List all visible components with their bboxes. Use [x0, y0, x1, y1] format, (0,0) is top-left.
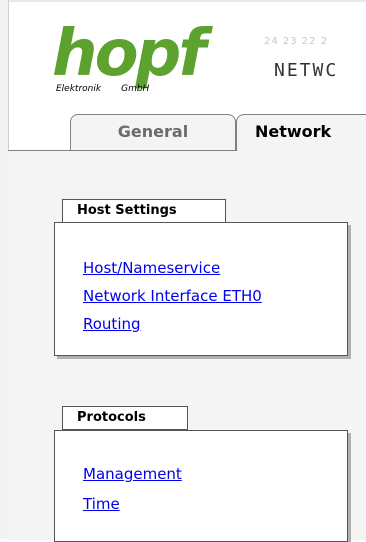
header-top-border: [0, 0, 366, 2]
protocols-box: Management Time: [54, 430, 348, 542]
link-host-nameservice[interactable]: Host/Nameservice: [83, 259, 220, 277]
link-routing[interactable]: Routing: [83, 315, 141, 333]
hopf-logo: hopf Elektronik GmbH: [52, 22, 212, 98]
link-management[interactable]: Management: [83, 465, 182, 483]
protocols-label: Protocols: [62, 406, 188, 430]
logo-subtitle: Elektronik GmbH: [56, 84, 149, 94]
logo-sub-left: Elektronik: [56, 84, 102, 94]
host-settings-box: Host/Nameservice Network Interface ETH0 …: [54, 222, 348, 356]
header-digit-strip: 24 23 22 2: [264, 36, 329, 47]
link-time[interactable]: Time: [83, 495, 120, 513]
tab-network[interactable]: Network: [236, 114, 366, 151]
logo-wordmark: hopf: [52, 17, 206, 91]
tab-general[interactable]: General: [70, 114, 236, 150]
page-header: hopf Elektronik GmbH 24 23 22 2 NETWC: [0, 0, 366, 118]
section-title: NETWC: [274, 60, 339, 81]
link-network-interface-eth0[interactable]: Network Interface ETH0: [83, 287, 262, 305]
host-settings-label: Host Settings: [62, 199, 226, 223]
logo-sub-right: GmbH: [121, 84, 150, 94]
